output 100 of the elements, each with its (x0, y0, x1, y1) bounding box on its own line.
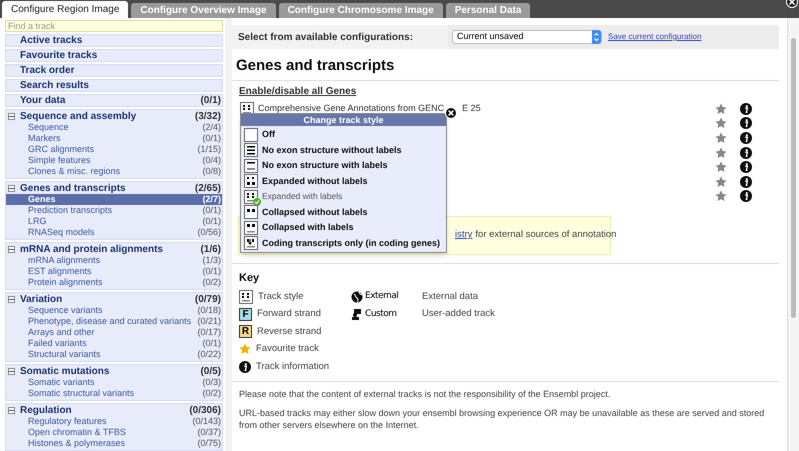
count-label: (0/1) (200, 94, 221, 108)
info-icon[interactable] (740, 176, 752, 188)
track-name: Comprehensive Gene Annotations from GENC (258, 102, 444, 116)
section-title: Genes and transcripts (232, 55, 779, 80)
key-label: Reverse strand (257, 324, 322, 339)
sidebar-item[interactable]: EST alignments (0/1) (6, 266, 222, 277)
popup-title: Change track style (241, 114, 446, 126)
group-title[interactable]: Variation (20, 292, 195, 307)
key-label: External data (422, 290, 478, 304)
collapse-icon[interactable] (8, 296, 15, 303)
info-icon[interactable] (740, 161, 752, 174)
collapse-icon[interactable] (8, 368, 15, 375)
group-title[interactable]: Sequence and assembly (20, 109, 195, 124)
sidebar-item[interactable]: Sequence variants (0/18) (6, 305, 222, 316)
group-title[interactable]: mRNA and protein alignments (20, 242, 200, 257)
note-text: Please note that the content of external tracks is not the responsibility of the Ensembl project. (239, 388, 612, 400)
count-label: (3/32) (194, 110, 222, 124)
star-icon[interactable] (715, 132, 727, 144)
sidebar-item[interactable]: Regulatory features (0/143) (6, 416, 222, 427)
style-option[interactable]: Expanded with labels (241, 189, 446, 204)
collapse-icon[interactable] (8, 246, 15, 253)
star-icon[interactable] (239, 343, 251, 356)
sidebar-item[interactable]: Open chromatin & TFBS (0/37) (6, 427, 222, 438)
sidebar-item[interactable]: Phenotype, disease and curated variants (0/21) (6, 316, 222, 327)
sidebar-item[interactable]: Prediction transcripts (0/1) (6, 205, 222, 216)
key-title: Key (239, 270, 260, 286)
registry-link[interactable]: istry (455, 228, 472, 242)
sidebar-item[interactable]: Histones & polymerases (0/75) (6, 438, 222, 449)
star-icon[interactable] (715, 102, 727, 115)
sidebar-link[interactable]: Active tracks (5, 34, 223, 47)
key-label: Track style (258, 290, 304, 304)
sidebar-link[interactable]: Track order (5, 64, 223, 77)
sidebar-item[interactable]: Genes (2/7) (6, 194, 222, 205)
sidebar-item[interactable]: Markers (0/1) (6, 133, 222, 144)
close-icon[interactable] (445, 107, 457, 119)
sidebar-item[interactable]: mRNA alignments (1/3) (6, 255, 222, 266)
star-icon[interactable] (715, 176, 727, 188)
configuration-select[interactable]: Current unsaved (452, 30, 602, 44)
group-title[interactable]: Genes and transcripts (20, 181, 195, 196)
style-option[interactable]: Collapsed without labels (241, 204, 446, 220)
external-label: External (365, 290, 398, 304)
custom-label: Custom (365, 308, 397, 321)
key-label: Track information (256, 360, 330, 374)
count-label: (0/306) (189, 404, 222, 418)
select-arrows-icon (592, 30, 601, 44)
info-icon[interactable] (740, 132, 752, 144)
note-text: URL-based tracks may either slow down your ensembl browsing experience OR may be unavailable as these are served and stored from other servers elsewhere on the Internet. (239, 408, 766, 432)
style-option[interactable]: Coding transcripts only (in coding genes) (241, 236, 446, 251)
info-icon[interactable] (239, 360, 251, 373)
sidebar-item[interactable]: RNASeq models (0/56) (6, 227, 222, 238)
style-option[interactable]: No exon structure with labels (241, 158, 446, 174)
forward-strand-badge: F (239, 308, 252, 321)
key-label: User-added track (422, 307, 495, 322)
info-icon[interactable] (740, 190, 752, 202)
key-label: Favourite track (256, 342, 319, 356)
count-label: (0/5) (200, 365, 222, 378)
sidebar-link[interactable]: Search results (5, 79, 223, 92)
sidebar-item[interactable]: Structural variants (0/22) (6, 349, 222, 360)
collapse-icon[interactable] (8, 113, 15, 120)
star-icon[interactable] (715, 117, 727, 130)
style-option[interactable]: Expanded without labels (241, 174, 446, 189)
sidebar-link[interactable]: Your data (0/1) (5, 94, 223, 107)
track-style-icon (239, 290, 253, 304)
sidebar-item[interactable]: Clones & misc. regions (0/8) (6, 166, 222, 177)
collapse-icon[interactable] (8, 185, 15, 192)
globe-icon (351, 290, 364, 303)
star-icon[interactable] (715, 146, 727, 159)
tab[interactable]: Configure Region Image (2, 1, 128, 18)
sidebar-item[interactable]: Protein alignments (0/2) (6, 277, 222, 288)
sidebar-item[interactable]: LRG (0/1) (6, 216, 222, 227)
notice-text: for external sources of annotation (475, 228, 616, 242)
sidebar-item[interactable]: Somatic variants (0/3) (6, 377, 222, 388)
style-option[interactable]: No exon structure without labels (241, 142, 446, 158)
style-option[interactable]: Off (241, 127, 446, 142)
track-name: E 25 (462, 102, 481, 116)
star-icon[interactable] (715, 190, 727, 202)
style-option[interactable]: Collapsed with labels (241, 220, 446, 236)
group-title[interactable]: Regulation (20, 403, 190, 418)
info-icon[interactable] (740, 102, 752, 115)
sidebar-item[interactable]: Failed variants (0/1) (6, 338, 222, 349)
user-track-icon (351, 308, 364, 320)
save-configuration-link[interactable]: Save current configuration (608, 31, 702, 43)
star-icon[interactable] (715, 161, 727, 174)
search-field[interactable]: Find a track (5, 20, 223, 32)
group-title[interactable]: Somatic mutations (20, 364, 200, 379)
sidebar-item[interactable]: Arrays and other (0/17) (6, 327, 222, 338)
scrollbar[interactable] (787, 18, 799, 451)
config-label: Select from available configurations: (237, 30, 414, 44)
sidebar-item[interactable]: Sequence (2/4) (6, 122, 222, 133)
info-icon[interactable] (740, 146, 752, 159)
key-label: Forward strand (257, 307, 321, 322)
collapse-icon[interactable] (8, 407, 15, 414)
sidebar-link[interactable]: Favourite tracks (5, 49, 223, 62)
info-icon[interactable] (740, 117, 752, 130)
sidebar-item[interactable]: GRC alignments (1/15) (6, 144, 222, 155)
sidebar-item[interactable]: Simple features (0/4) (6, 155, 222, 166)
count-label: (1/6) (200, 243, 222, 256)
check-icon (253, 198, 261, 206)
sidebar-item[interactable]: Somatic structural variants (0/2) (6, 388, 222, 399)
enable-all-link[interactable]: Enable/disable all Genes (239, 84, 779, 98)
